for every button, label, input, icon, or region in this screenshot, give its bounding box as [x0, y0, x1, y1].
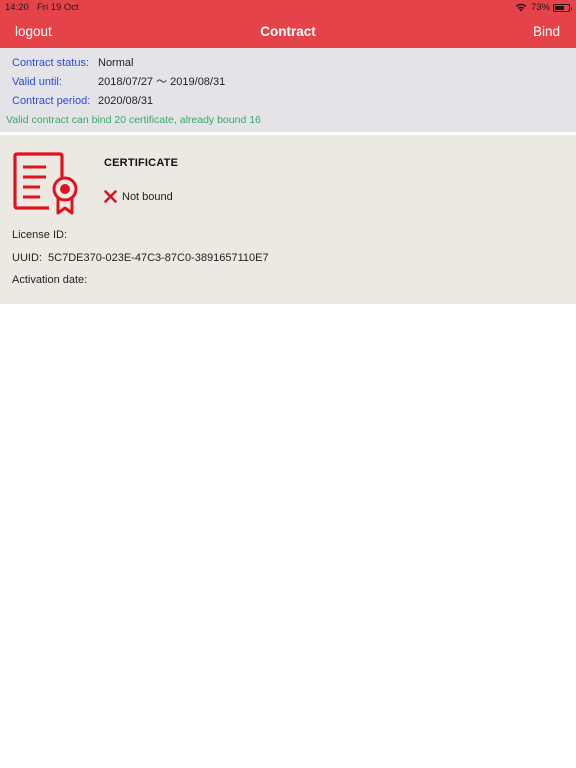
certificate-title: CERTIFICATE — [104, 157, 179, 169]
battery-percentage: 73% — [530, 2, 550, 13]
bind-status: Not bound — [104, 190, 173, 203]
contract-status-value: Normal — [98, 57, 134, 69]
bind-status-text: Not bound — [122, 190, 173, 203]
status-indicators: 73% — [515, 2, 572, 13]
certificate-icon — [13, 152, 78, 215]
activation-date-label: Activation date: — [12, 274, 88, 286]
contract-status-label: Contract status: — [12, 57, 90, 69]
bind-button[interactable]: Bind — [533, 24, 560, 39]
contract-info-panel: Contract status: Normal Valid until: 201… — [0, 48, 576, 132]
wifi-icon — [515, 3, 527, 12]
x-icon — [104, 190, 117, 203]
valid-until-value: 2018/07/27 ～ 2019/08/31 — [98, 76, 226, 88]
status-time: 14:20 — [5, 2, 29, 13]
valid-until-label: Valid until: — [12, 76, 62, 88]
nav-bar: logout Contract Bind — [0, 17, 576, 47]
battery-icon — [553, 3, 572, 12]
battery-level — [555, 5, 565, 10]
screen: 14:20 Fri 19 Oct 73% logout Contract Bin… — [0, 0, 576, 768]
status-bar: 14:20 Fri 19 Oct 73% — [0, 0, 576, 15]
uuid-row: UUID: 5C7DE370-023E-47C3-87C0-3891657110… — [12, 252, 269, 264]
activation-date-row: Activation date: — [12, 274, 90, 286]
license-id-label: License ID: — [12, 229, 68, 241]
contract-period-value: 2020/08/31 — [98, 95, 154, 107]
status-date: Fri 19 Oct — [37, 2, 79, 13]
certificate-card[interactable]: CERTIFICATE Not bound License ID: UUID: … — [0, 135, 576, 304]
bind-count-note: Valid contract can bind 20 certificate, … — [6, 114, 261, 126]
page-title: Contract — [260, 24, 316, 39]
header: 14:20 Fri 19 Oct 73% logout Contract Bin… — [0, 0, 576, 48]
uuid-value: 5C7DE370-023E-47C3-87C0-3891657110E7 — [48, 252, 269, 264]
uuid-label: UUID: — [12, 252, 42, 264]
contract-period-label: Contract period: — [12, 95, 91, 107]
license-id-row: License ID: — [12, 229, 70, 241]
